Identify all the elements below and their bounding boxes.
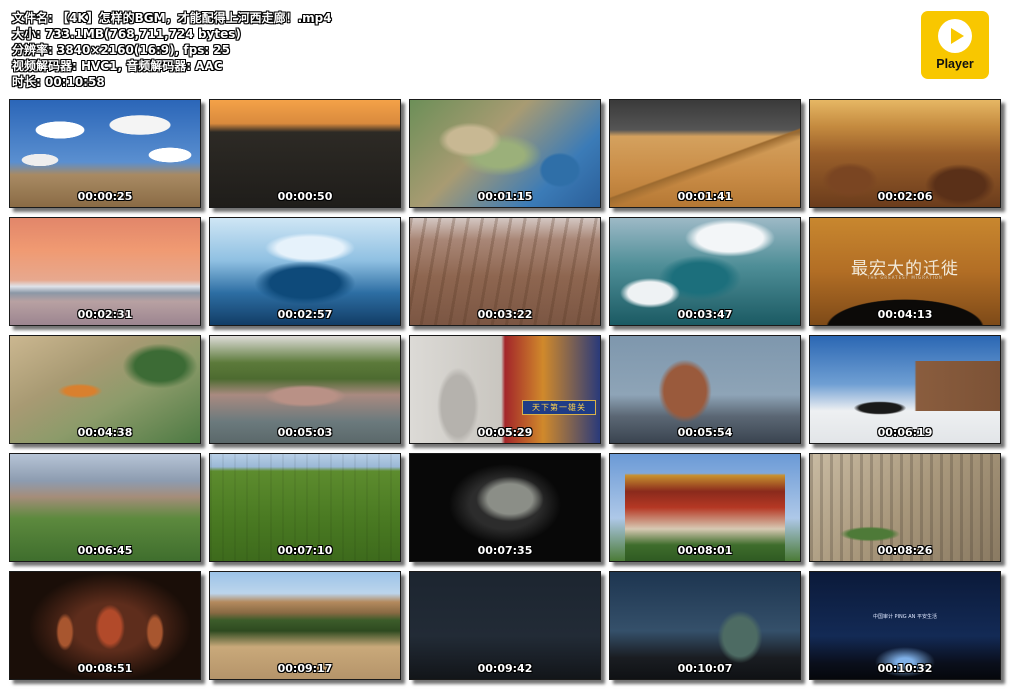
thumbnail[interactable]: 00:00:25	[9, 99, 201, 208]
timestamp: 00:03:22	[477, 308, 533, 321]
thumbnail[interactable]: 00:07:10	[209, 453, 401, 562]
timestamp: 00:10:07	[677, 662, 733, 675]
timestamp: 00:04:13	[877, 308, 933, 321]
thumbnail[interactable]: 00:05:54	[609, 335, 801, 444]
file-size: 大小: 733.1MB(768,711,724 bytes)	[12, 27, 241, 41]
thumbnail[interactable]: 00:08:01	[609, 453, 801, 562]
timestamp: 00:01:41	[677, 190, 733, 203]
thumbnail[interactable]: 00:02:31	[9, 217, 201, 326]
file-info: 文件名: 【4K】怎样的BGM，才能配得上河西走廊！.mp4 大小: 733.1…	[12, 10, 332, 90]
title-card-subtitle: THE GREATEST MIGRATION	[867, 275, 943, 280]
timestamp: 00:09:17	[277, 662, 333, 675]
thumbnail[interactable]: 00:05:03	[209, 335, 401, 444]
timestamp: 00:05:54	[677, 426, 733, 439]
thumbnail[interactable]: 天下第一雄关 00:05:29	[409, 335, 601, 444]
sponsor-logo-text: 中国审计 PING AN 平安生活	[872, 614, 938, 620]
thumbnail[interactable]: 00:09:42	[409, 571, 601, 680]
timestamp: 00:08:01	[677, 544, 733, 557]
timestamp: 00:03:47	[677, 308, 733, 321]
thumbnail[interactable]: 00:00:50	[209, 99, 401, 208]
thumbnail[interactable]: 00:03:47	[609, 217, 801, 326]
timestamp: 00:02:57	[277, 308, 333, 321]
timestamp: 00:04:38	[77, 426, 133, 439]
thumbnail[interactable]: 00:02:06	[809, 99, 1001, 208]
thumbnail[interactable]: 00:10:07	[609, 571, 801, 680]
thumbnail[interactable]: 00:01:41	[609, 99, 801, 208]
timestamp: 00:02:06	[877, 190, 933, 203]
thumbnail[interactable]: 00:04:38	[9, 335, 201, 444]
player-logo-label: Player	[936, 57, 974, 71]
timestamp: 00:02:31	[77, 308, 133, 321]
thumbnail[interactable]: 00:02:57	[209, 217, 401, 326]
thumbnail[interactable]: 00:06:45	[9, 453, 201, 562]
timestamp: 00:06:45	[77, 544, 133, 557]
thumbnail[interactable]: 00:06:19	[809, 335, 1001, 444]
thumbnail[interactable]: 00:08:26	[809, 453, 1001, 562]
timestamp: 00:10:32	[877, 662, 933, 675]
timestamp: 00:00:50	[277, 190, 333, 203]
thumbnail[interactable]: 00:09:17	[209, 571, 401, 680]
gate-plaque: 天下第一雄关	[522, 400, 596, 415]
timestamp: 00:00:25	[77, 190, 133, 203]
timestamp: 00:06:19	[877, 426, 933, 439]
timestamp: 00:07:10	[277, 544, 333, 557]
timestamp: 00:05:29	[477, 426, 533, 439]
file-codecs: 视频解码器: HVC1, 音频解码器: AAC	[12, 59, 223, 73]
play-icon	[938, 19, 972, 53]
timestamp: 00:01:15	[477, 190, 533, 203]
timestamp: 00:05:03	[277, 426, 333, 439]
thumbnail[interactable]: 中国审计 PING AN 平安生活 00:10:32	[809, 571, 1001, 680]
thumbnail[interactable]: 最宏大的迁徙 THE GREATEST MIGRATION 00:04:13	[809, 217, 1001, 326]
file-resolution: 分辨率: 3840×2160(16:9), fps: 25	[12, 43, 231, 57]
thumbnail[interactable]: 00:08:51	[9, 571, 201, 680]
file-duration: 时长: 00:10:58	[12, 75, 105, 89]
thumbnail[interactable]: 00:03:22	[409, 217, 601, 326]
timestamp: 00:09:42	[477, 662, 533, 675]
player-logo: Player	[921, 11, 989, 79]
timestamp: 00:08:51	[77, 662, 133, 675]
timestamp: 00:08:26	[877, 544, 933, 557]
file-name: 文件名: 【4K】怎样的BGM，才能配得上河西走廊！.mp4	[12, 11, 332, 25]
timestamp: 00:07:35	[477, 544, 533, 557]
thumbnail[interactable]: 00:07:35	[409, 453, 601, 562]
thumbnail[interactable]: 00:01:15	[409, 99, 601, 208]
